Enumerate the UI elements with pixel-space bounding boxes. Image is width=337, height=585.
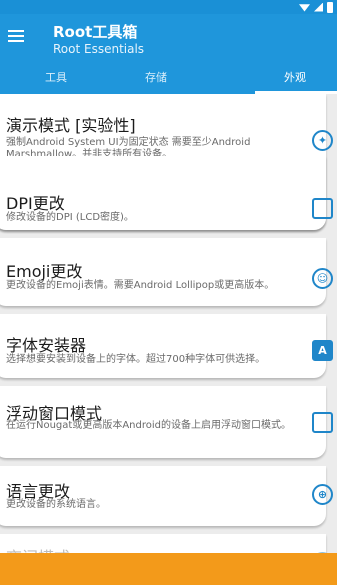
status-icons <box>299 1 333 13</box>
card-desc: 更改设备的系统语言。 <box>6 499 106 510</box>
font-icon: A <box>312 340 333 361</box>
app-title: Root工具箱 <box>53 23 138 41</box>
dpi-screen-icon <box>312 198 333 219</box>
card-title: 演示模式 [实验性] <box>6 116 136 135</box>
tab-bar: 工具 存储 外观 <box>0 66 337 94</box>
hamburger-menu-icon[interactable] <box>8 30 24 42</box>
globe-icon: ⊕ <box>312 484 333 505</box>
floating-window-icon <box>312 412 333 433</box>
feature-list: 演示模式 [实验性] 强制Android System UI为固定状态 需要至少… <box>0 94 337 585</box>
card-desc: 修改设备的DPI (LCD密度)。 <box>6 212 134 223</box>
battery-icon <box>327 1 333 13</box>
emoji-smile-icon: ☺ <box>312 268 333 289</box>
status-bar <box>0 0 337 14</box>
card-floating-window[interactable]: 浮动窗口模式 在运行Nougat或更高版本Android的设备上启用浮动窗口模式… <box>0 386 333 458</box>
card-font-installer[interactable]: 字体安装器 选择想要安装到设备上的字体。超过700种字体可供选择。 A <box>0 314 333 378</box>
card-title: DPI更改 <box>6 194 65 213</box>
card-emoji[interactable]: Emoji更改 更改设备的Emoji表情。需要Android Lollipop或… <box>0 238 333 306</box>
card-title: 字体安装器 <box>6 336 87 355</box>
card-desc: 更改设备的Emoji表情。需要Android Lollipop或更高版本。 <box>6 280 275 291</box>
demo-mode-icon: ✦ <box>312 130 333 151</box>
tab-tools[interactable]: 工具 <box>0 66 112 94</box>
tab-appearance[interactable]: 外观 <box>247 66 337 94</box>
card-desc: 在运行Nougat或更高版本Android的设备上启用浮动窗口模式。 <box>6 420 291 431</box>
signal-icon <box>314 2 323 12</box>
card-title: Emoji更改 <box>6 262 83 281</box>
bottom-action-bar[interactable] <box>0 553 337 585</box>
card-dpi[interactable]: DPI更改 修改设备的DPI (LCD密度)。 <box>0 156 333 230</box>
wifi-icon <box>299 4 310 12</box>
app-subtitle: Root Essentials <box>53 42 145 56</box>
card-desc: 选择想要安装到设备上的字体。超过700种字体可供选择。 <box>6 354 266 365</box>
tab-storage[interactable]: 存储 <box>100 66 212 94</box>
card-language[interactable]: 语言更改 更改设备的系统语言。 ⊕ <box>0 466 333 526</box>
app-bar: Root工具箱 Root Essentials <box>0 14 337 66</box>
